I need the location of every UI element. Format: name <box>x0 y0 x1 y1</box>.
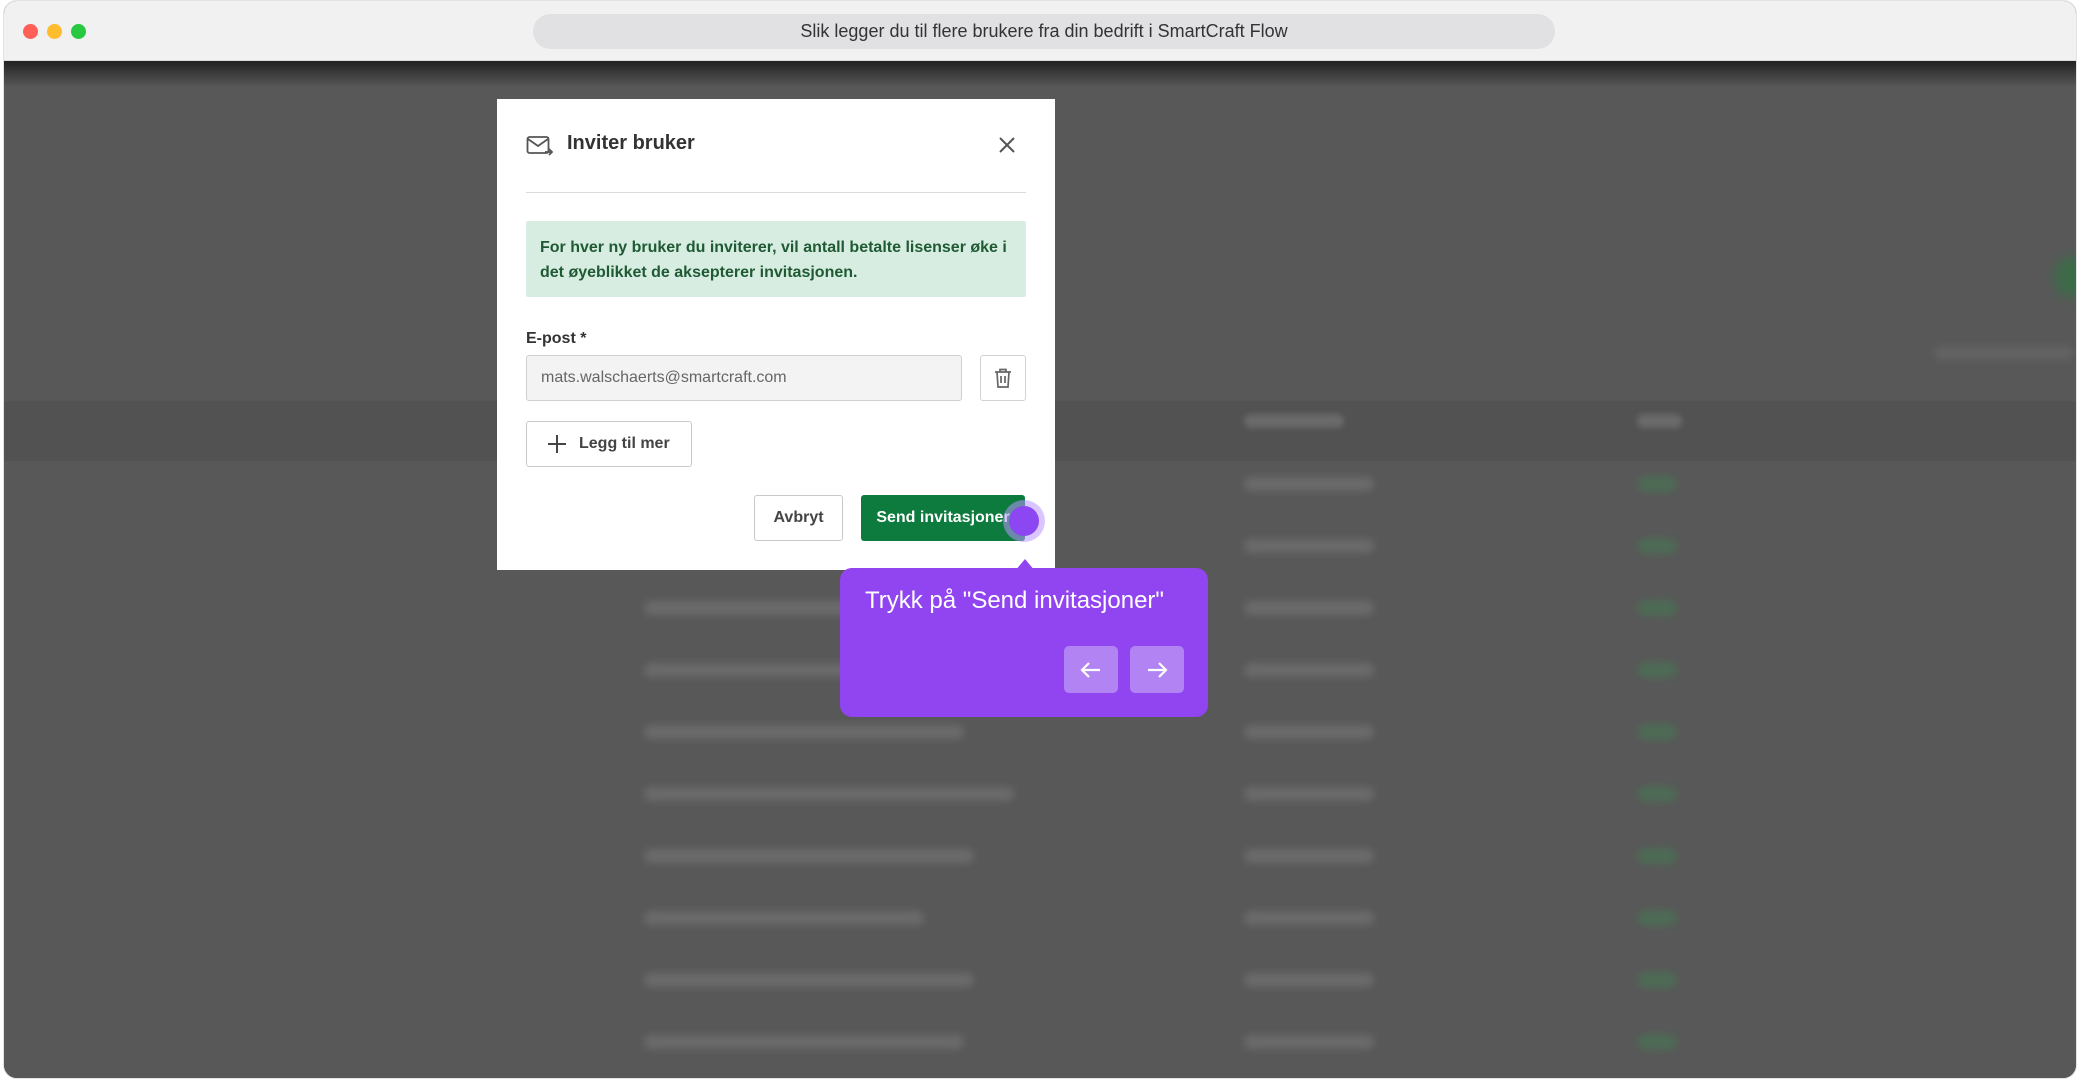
close-icon[interactable] <box>996 134 1018 156</box>
previous-step-button[interactable] <box>1064 646 1118 693</box>
send-invitations-button[interactable]: Send invitasjoner <box>861 495 1025 541</box>
arrow-right-icon <box>1148 661 1168 678</box>
delete-email-button[interactable] <box>980 355 1026 401</box>
background-table-row <box>644 779 1744 809</box>
tooltip-text: Trykk på "Send invitasjoner" <box>865 587 1164 614</box>
next-step-button[interactable] <box>1130 646 1184 693</box>
minimize-window-icon[interactable] <box>47 24 62 39</box>
modal-title: Inviter bruker <box>567 132 695 154</box>
close-window-icon[interactable] <box>23 24 38 39</box>
background-filter <box>1934 346 2074 360</box>
plus-icon <box>548 435 566 453</box>
background-table-row <box>644 1027 1744 1057</box>
add-more-button[interactable]: Legg til mer <box>526 421 692 467</box>
license-info-notice: For hver ny bruker du inviterer, vil ant… <box>526 221 1026 297</box>
add-more-label: Legg til mer <box>579 435 670 452</box>
arrow-left-icon <box>1080 661 1100 678</box>
background-table-row <box>644 903 1744 933</box>
background-table-row <box>644 717 1744 747</box>
hotspot-marker[interactable] <box>1009 506 1039 536</box>
background-action-button <box>2054 256 2076 298</box>
envelope-icon <box>526 136 554 156</box>
email-input[interactable] <box>526 355 962 401</box>
background-table-row <box>644 841 1744 871</box>
browser-titlebar: Slik legger du til flere brukere fra din… <box>4 1 2076 61</box>
address-bar[interactable]: Slik legger du til flere brukere fra din… <box>533 14 1555 49</box>
cancel-button[interactable]: Avbryt <box>754 495 843 541</box>
maximize-window-icon[interactable] <box>71 24 86 39</box>
trash-icon <box>995 368 1011 388</box>
background-table-row <box>644 965 1744 995</box>
background-column-header <box>1244 414 1344 428</box>
modal-divider <box>526 192 1026 193</box>
invite-user-modal: Inviter bruker For hver ny bruker du inv… <box>497 99 1055 570</box>
email-label: E-post * <box>526 330 587 347</box>
overlay-shade <box>4 61 2076 87</box>
background-column-header <box>1637 414 1682 428</box>
guide-tooltip: Trykk på "Send invitasjoner" <box>840 568 1208 717</box>
